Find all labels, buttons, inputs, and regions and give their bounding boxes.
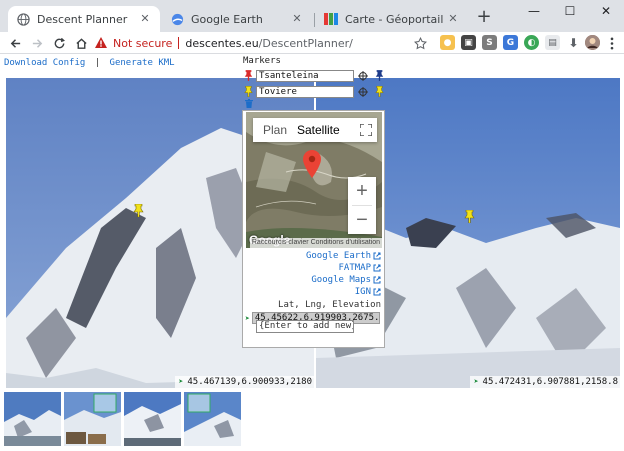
marker-row: Toviere <box>242 85 385 98</box>
zoom-out-button[interactable]: − <box>348 206 376 234</box>
tab-descent-planner[interactable]: Descent Planner ✕ <box>8 6 160 32</box>
thumbnail[interactable] <box>64 392 121 446</box>
map-terms-link[interactable]: Raccourcis clavier Conditions d'utilisat… <box>249 238 382 248</box>
extension-icon-4[interactable]: ◐ <box>524 35 539 50</box>
satellite-map-button[interactable]: Satellite <box>297 123 355 137</box>
arrow-right-icon <box>32 38 42 48</box>
tab-divider <box>314 13 315 27</box>
location-arrow-icon[interactable]: ➤ <box>245 314 250 323</box>
external-links: Google Earth FATMAP Google Maps IGN <box>306 250 381 298</box>
google-earth-icon <box>170 12 184 26</box>
new-tab-button[interactable]: + <box>474 8 494 28</box>
download-icon[interactable]: ⬇ <box>566 35 581 50</box>
home-icon <box>75 37 87 49</box>
url-path: /DescentPlanner/ <box>258 36 353 50</box>
external-link-icon <box>373 252 381 260</box>
link-separator: | <box>94 58 101 68</box>
location-arrow-icon: ➤ <box>473 377 479 386</box>
generate-kml-link[interactable]: Generate KML <box>110 58 175 68</box>
external-link-icon <box>373 276 381 284</box>
thumbnail-strip <box>4 392 244 446</box>
external-link-icon <box>373 264 381 272</box>
panorama-right-coordinates: ➤ 45.472431,6.907881,2158.8 <box>469 376 620 388</box>
descent-planner-page: Download Config | Generate KML ➤ 45.4671… <box>0 54 624 451</box>
map-location-pin-icon[interactable] <box>303 150 321 181</box>
arrow-left-icon <box>10 38 20 48</box>
marker-row: Tsanteleina <box>242 69 385 82</box>
add-marker-input[interactable]: {Enter to add new} <box>256 320 354 333</box>
tab-title: Descent Planner <box>37 12 128 26</box>
download-config-link[interactable]: Download Config <box>4 58 85 68</box>
close-window-button[interactable]: ✕ <box>588 0 624 22</box>
zoom-in-button[interactable]: + <box>348 177 376 205</box>
lat-lng-elevation-label: Lat, Lng, Elevation <box>278 300 381 310</box>
tab-title: Google Earth <box>191 12 263 26</box>
crosshair-icon[interactable] <box>357 70 369 82</box>
browser-menu-button[interactable] <box>603 34 621 52</box>
tab-google-earth[interactable]: Google Earth ✕ <box>162 6 312 32</box>
location-arrow-icon: ➤ <box>178 377 184 386</box>
marker-name-input[interactable]: Tsanteleina <box>256 69 354 82</box>
plan-map-button[interactable]: Plan <box>253 123 297 137</box>
google-earth-link[interactable]: Google Earth <box>306 250 381 262</box>
warning-icon[interactable] <box>94 36 108 50</box>
fatmap-link[interactable]: FATMAP <box>306 262 381 274</box>
url-host: descentes.eu <box>185 36 259 50</box>
fullscreen-icon[interactable] <box>355 124 377 136</box>
close-tab-icon[interactable]: ✕ <box>138 12 152 26</box>
tab-geoportail[interactable]: Carte - Géoportail ✕ <box>316 6 468 32</box>
extension-icon-3[interactable]: S <box>482 35 497 50</box>
map-zoom-control: + − <box>348 177 376 234</box>
star-icon <box>413 36 427 49</box>
reload-button[interactable] <box>50 34 68 52</box>
markers-title: Markers <box>243 56 281 66</box>
yellow-pin-icon[interactable] <box>242 86 254 98</box>
extension-icon-2[interactable]: ▣ <box>461 35 476 50</box>
minimize-button[interactable]: — <box>516 0 552 22</box>
forward-button[interactable] <box>28 34 46 52</box>
thumbnail[interactable] <box>4 392 61 446</box>
geoportail-icon <box>324 12 338 26</box>
more-vertical-icon <box>610 37 614 49</box>
marker-pin-icon[interactable] <box>464 209 475 226</box>
close-tab-icon[interactable]: ✕ <box>290 12 304 26</box>
maximize-button[interactable]: ☐ <box>552 0 588 22</box>
yellow-pin-icon[interactable] <box>373 86 385 98</box>
marker-name-input[interactable]: Toviere <box>256 85 354 98</box>
home-button[interactable] <box>72 34 90 52</box>
back-button[interactable] <box>6 34 24 52</box>
address-bar[interactable]: Not secure descentes.eu /DescentPlanner/ <box>94 33 430 53</box>
reload-icon <box>54 37 65 48</box>
url-separator <box>178 37 180 49</box>
top-links: Download Config | Generate KML <box>4 58 175 68</box>
external-link-icon <box>373 288 381 296</box>
extension-icon-1[interactable]: ● <box>440 35 455 50</box>
markers-panel: Markers Tsanteleina Toviere Plan Satelli… <box>242 56 385 348</box>
close-tab-icon[interactable]: ✕ <box>446 12 460 26</box>
avatar[interactable] <box>585 35 600 50</box>
globe-icon <box>16 12 30 26</box>
not-secure-label: Not secure <box>113 36 173 50</box>
translate-extension-icon[interactable]: G <box>503 35 518 50</box>
extension-icon-5[interactable]: ▤ <box>545 35 560 50</box>
red-pin-icon[interactable] <box>242 70 254 82</box>
panorama-left-coordinates: ➤ 45.467139,6.900933,2180 <box>174 376 314 388</box>
map-type-control: Plan Satellite <box>253 118 377 142</box>
browser-toolbar: Not secure descentes.eu /DescentPlanner/… <box>0 32 624 54</box>
tab-title: Carte - Géoportail <box>345 12 444 26</box>
navy-pin-icon[interactable] <box>373 70 385 82</box>
google-maps-link[interactable]: Google Maps <box>306 274 381 286</box>
bookmark-star-button[interactable] <box>411 34 429 52</box>
thumbnail[interactable] <box>124 392 181 446</box>
ign-link[interactable]: IGN <box>306 286 381 298</box>
satellite-map[interactable]: Plan Satellite + − Google Raccourcis cla… <box>246 112 382 248</box>
crosshair-icon[interactable] <box>357 86 369 98</box>
marker-pin-icon[interactable] <box>133 203 144 220</box>
marker-detail-panel: Plan Satellite + − Google Raccourcis cla… <box>242 110 385 348</box>
browser-tab-bar: Descent Planner ✕ Google Earth ✕ Carte -… <box>0 0 624 32</box>
thumbnail[interactable] <box>184 392 241 446</box>
